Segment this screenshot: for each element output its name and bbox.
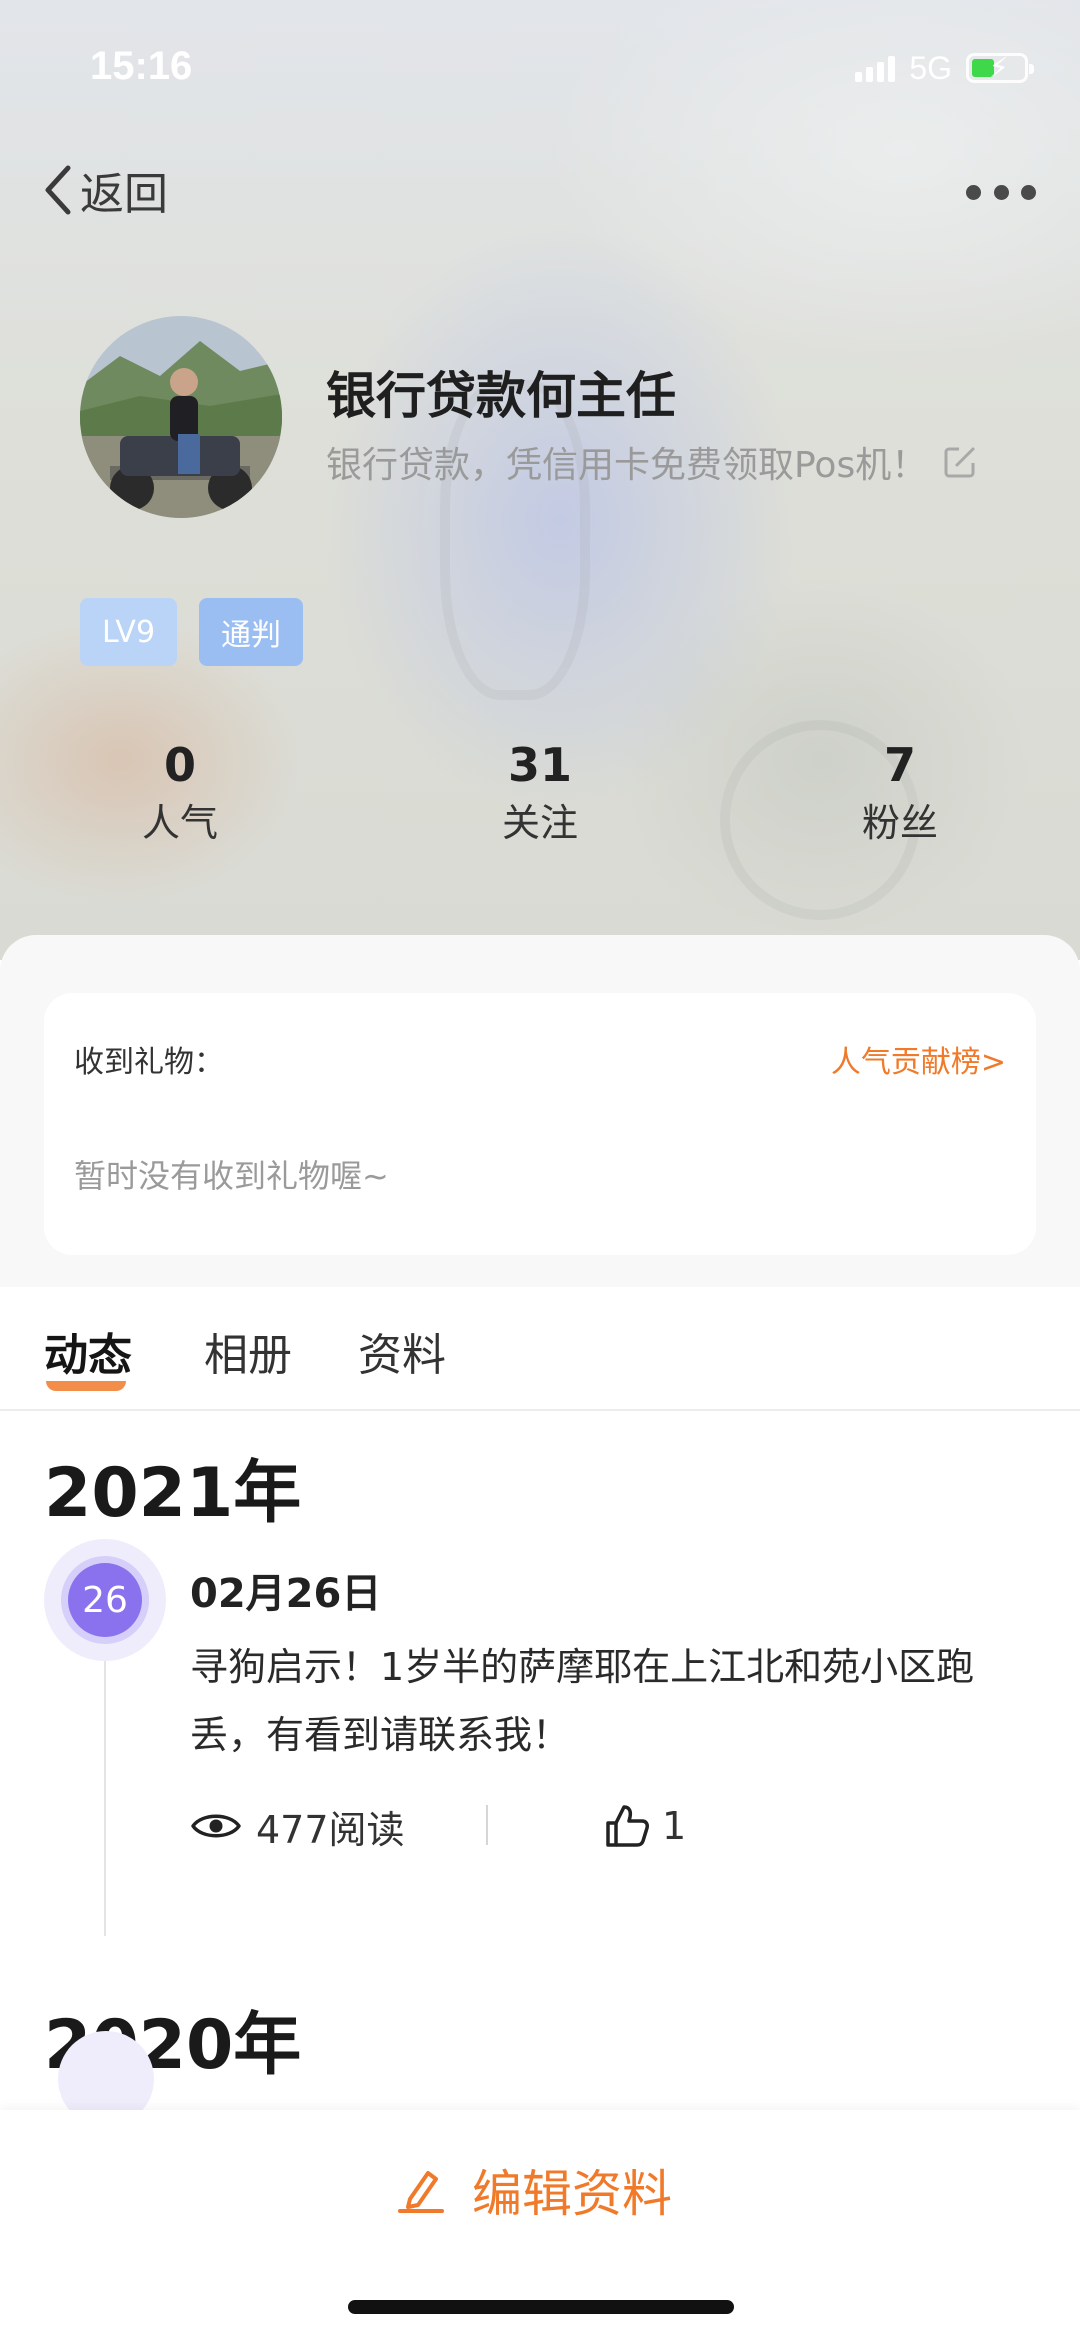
- post-meta: 477阅读 1: [190, 1791, 990, 1861]
- stat-popularity[interactable]: 0 人气: [70, 735, 290, 851]
- network-type: 5G: [909, 49, 952, 86]
- tab-moments[interactable]: 动态: [44, 1319, 132, 1383]
- gift-title: 收到礼物：: [74, 1045, 224, 1080]
- more-dot-icon: [993, 184, 1009, 200]
- profile-bio-text: 银行贷款，凭信用卡免费领取Pos机！: [326, 445, 928, 486]
- city-badge: 通判: [199, 598, 304, 666]
- more-options-button[interactable]: [966, 172, 1036, 212]
- like-button[interactable]: 1: [604, 1791, 686, 1861]
- avatar-photo: [80, 316, 282, 518]
- tab-profile-info[interactable]: 资料: [358, 1319, 446, 1383]
- views-count[interactable]: 477阅读: [190, 1791, 405, 1861]
- back-label: 返回: [80, 169, 168, 220]
- avatar[interactable]: [80, 316, 282, 518]
- stat-followers[interactable]: 7 粉丝: [790, 735, 1010, 851]
- background-blur-shape: [440, 380, 590, 700]
- battery-icon: ⚡: [966, 51, 1034, 84]
- profile-badges: LV9 通判: [80, 598, 304, 666]
- profile-stats: 0 人气 31 关注 7 粉丝: [0, 735, 1080, 855]
- post-text[interactable]: 寻狗启示！1岁半的萨摩耶在上江北和苑小区跑丢，有看到请联系我！: [190, 1633, 1030, 1769]
- more-dot-icon: [966, 184, 981, 200]
- profile-name: 银行贷款何主任: [326, 367, 676, 425]
- back-button[interactable]: 返回: [42, 160, 168, 220]
- level-badge: LV9: [80, 598, 178, 666]
- stat-label: 人气: [141, 801, 218, 845]
- status-bar: 15:16 5G ⚡: [0, 0, 1080, 132]
- stat-value: 0: [163, 738, 196, 792]
- thumbs-up-icon: [606, 1805, 649, 1847]
- pencil-icon: [398, 2171, 444, 2213]
- signal-icon: [855, 54, 896, 82]
- status-time: 15:16: [90, 44, 193, 88]
- home-indicator[interactable]: [348, 2300, 734, 2314]
- tab-bar: 动态 相册 资料: [0, 1287, 1080, 1411]
- likes-count: 1: [662, 1804, 687, 1848]
- meta-divider: [486, 1805, 488, 1845]
- status-indicators: 5G ⚡: [855, 48, 1034, 88]
- tab-album[interactable]: 相册: [204, 1319, 292, 1383]
- chevron-left-icon: [45, 165, 71, 215]
- eye-icon: [191, 1814, 241, 1838]
- stat-value: 7: [883, 738, 916, 792]
- profile-bio[interactable]: 银行贷款，凭信用卡免费领取Pos机！: [326, 436, 977, 488]
- edit-profile-label: 编辑资料: [472, 2165, 672, 2223]
- stat-following[interactable]: 31 关注: [430, 735, 650, 851]
- popularity-ranking-link[interactable]: 人气贡献榜>: [831, 1037, 1006, 1081]
- stat-value: 31: [507, 738, 572, 792]
- more-dot-icon: [1021, 184, 1036, 200]
- charging-bolt-icon: ⚡: [989, 51, 1009, 84]
- timeline-line: [104, 1651, 106, 1936]
- stat-label: 粉丝: [861, 801, 938, 845]
- date-day: 26: [68, 1563, 142, 1637]
- post-date: 02月26日: [190, 1571, 382, 1617]
- year-heading: 2021年: [44, 1454, 302, 1533]
- edit-bio-icon[interactable]: [943, 445, 977, 479]
- gift-empty-text: 暂时没有收到礼物喔~: [74, 1157, 389, 1195]
- date-marker: 26: [44, 1539, 166, 1661]
- views-text: 477阅读: [256, 1807, 405, 1852]
- edit-profile-button[interactable]: 编辑资料: [396, 2150, 672, 2230]
- gift-card: 收到礼物： 人气贡献榜> 暂时没有收到礼物喔~: [44, 993, 1036, 1255]
- stat-label: 关注: [501, 801, 578, 845]
